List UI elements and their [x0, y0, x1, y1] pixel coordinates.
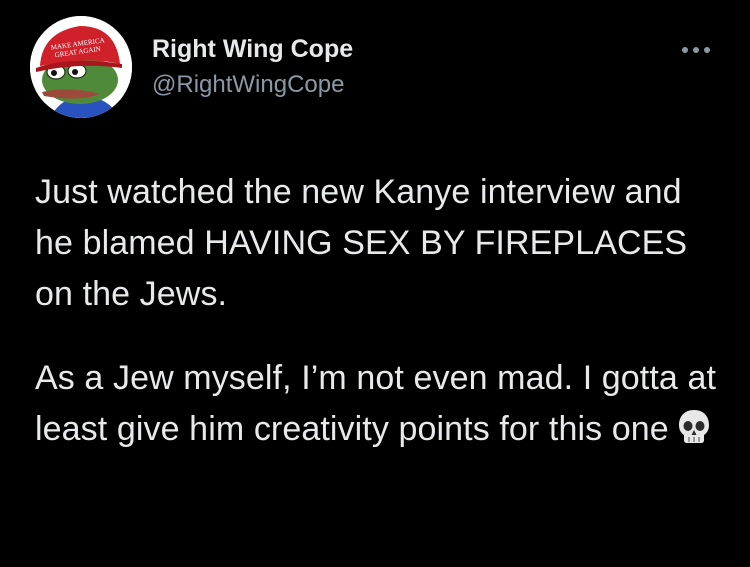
more-options-button[interactable] [676, 38, 716, 62]
skull-icon [677, 408, 711, 446]
tweet-text-paragraph: As a Jew myself, I’m not even mad. I got… [35, 353, 725, 455]
pepe-avatar-icon: MAKE AMERICA GREAT AGAIN [30, 16, 132, 118]
tweet: MAKE AMERICA GREAT AGAIN Right Wing Cope… [0, 0, 750, 567]
tweet-text-paragraph-body: As a Jew myself, I’m not even mad. I got… [35, 359, 717, 448]
tweet-text-paragraph: Just watched the new Kanye interview and… [35, 173, 688, 313]
display-name[interactable]: Right Wing Cope [152, 35, 353, 64]
avatar[interactable]: MAKE AMERICA GREAT AGAIN [30, 16, 132, 118]
more-horizontal-icon [682, 47, 710, 53]
user-handle[interactable]: @RightWingCope [152, 71, 344, 99]
